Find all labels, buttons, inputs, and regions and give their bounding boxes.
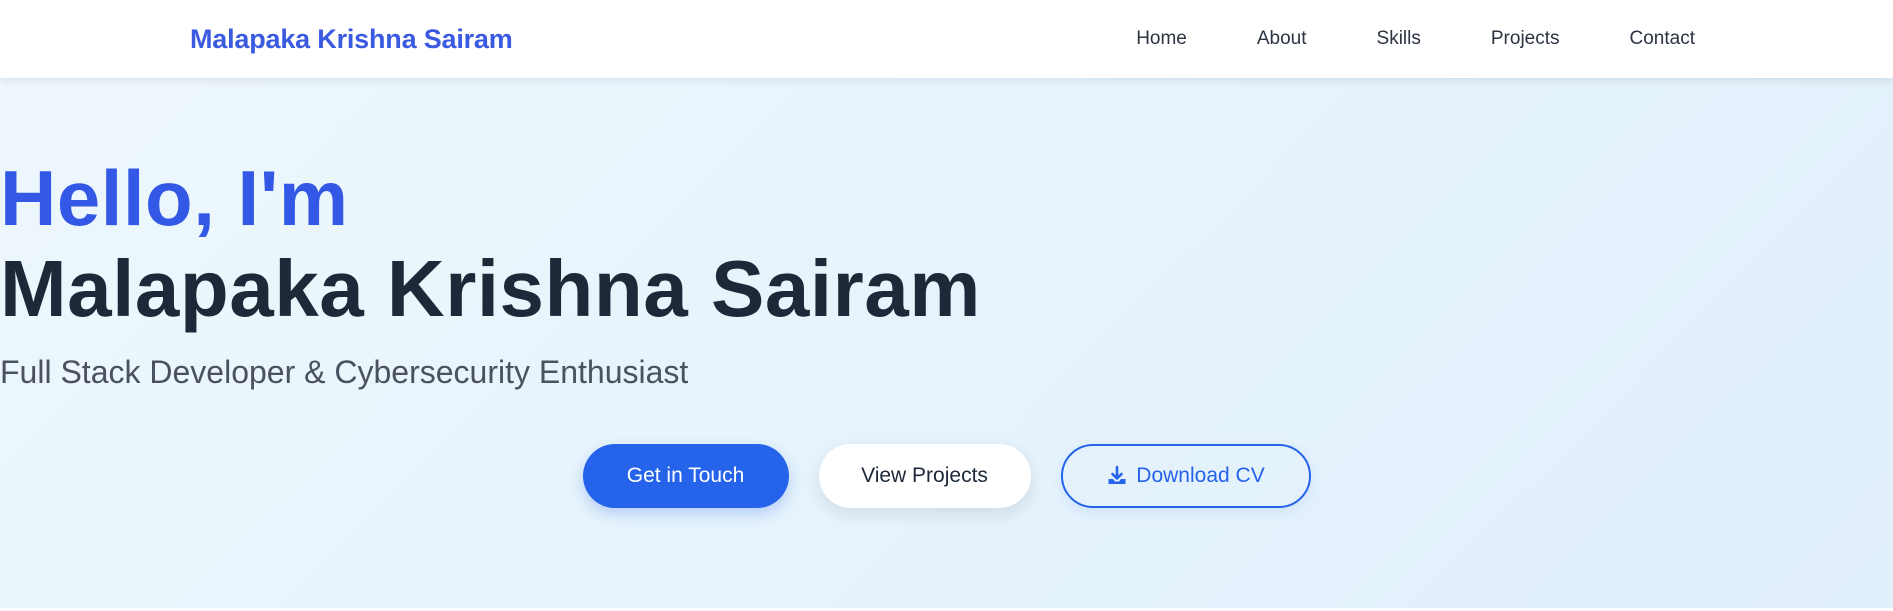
nav-link-home[interactable]: Home [1136, 27, 1187, 51]
brand-logo[interactable]: Malapaka Krishna Sairam [190, 22, 513, 56]
nav-link-about[interactable]: About [1257, 27, 1307, 51]
nav-link-contact[interactable]: Contact [1630, 27, 1695, 51]
get-in-touch-button[interactable]: Get in Touch [582, 444, 789, 508]
navbar: Malapaka Krishna Sairam Home About Skill… [0, 0, 1893, 78]
download-cv-button[interactable]: Download CV [1060, 444, 1311, 508]
view-projects-button[interactable]: View Projects [818, 444, 1031, 508]
hero-tagline: Full Stack Developer & Cybersecurity Ent… [0, 354, 689, 390]
download-cv-label: Download CV [1136, 464, 1265, 487]
hero-buttons: Get in Touch View Projects Download CV [0, 444, 1893, 508]
hero-section: Hello, I'm Malapaka Krishna Sairam Full … [0, 78, 1893, 608]
hero-name: Malapaka Krishna Sairam [0, 244, 981, 333]
download-icon [1106, 465, 1128, 487]
nav-link-skills[interactable]: Skills [1377, 27, 1421, 51]
hero-greeting: Hello, I'm [0, 154, 349, 242]
nav-link-projects[interactable]: Projects [1491, 27, 1560, 51]
nav-links: Home About Skills Projects Contact [1136, 0, 1695, 78]
